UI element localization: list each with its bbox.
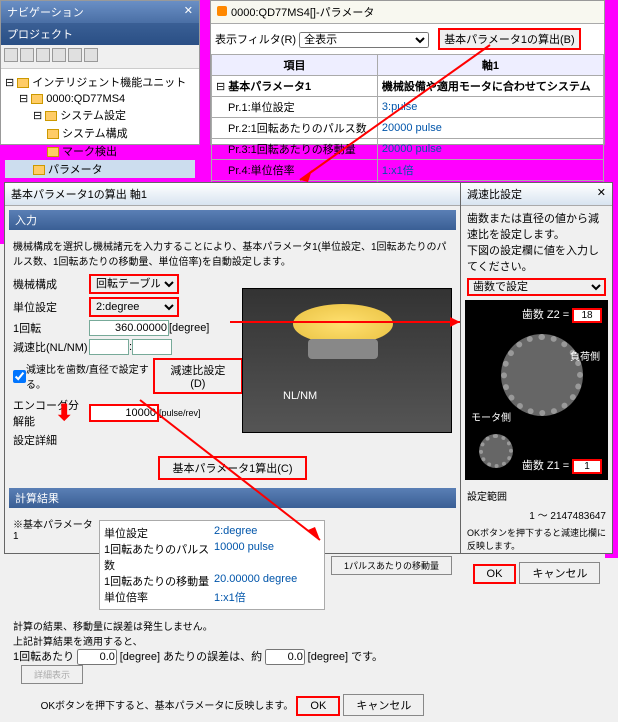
close-icon[interactable]: ✕ bbox=[597, 186, 606, 202]
move-per-pulse-button[interactable]: 1パルスあたりの移動量 bbox=[331, 556, 452, 575]
result-section-header: 計算結果 bbox=[9, 488, 456, 508]
ratio-nm-input[interactable] bbox=[132, 339, 172, 355]
ratio-nl-input[interactable] bbox=[89, 339, 129, 355]
encoder-input[interactable] bbox=[89, 404, 159, 422]
dialog-title: 基本パラメータ1の算出 軸1 bbox=[5, 183, 460, 206]
gear-preview: 歯数 Z2 = 負荷側 モータ側 歯数 Z1 = bbox=[465, 300, 608, 480]
parameter-panel: 0000:QD77MS4[]-パラメータ 表示フィルタ(R) 全表示 基本パラメ… bbox=[210, 0, 605, 145]
ratio-setting-dialog: 減速比設定✕ 歯数または直径の値から減速比を設定します。 下図の設定欄に値を入力… bbox=[460, 182, 613, 554]
table-row: Pr.4:単位倍率1:x1倍 bbox=[212, 160, 604, 181]
calc-basic-param-button[interactable]: 基本パラメータ1の算出(B) bbox=[438, 28, 580, 50]
ratio-gear-checkbox[interactable] bbox=[13, 370, 26, 383]
tool-icon[interactable] bbox=[36, 48, 50, 62]
arrow-down-icon: ⬇ bbox=[55, 400, 73, 426]
tree-param[interactable]: パラメータ bbox=[5, 160, 195, 178]
detail-button[interactable]: 詳細表示 bbox=[21, 665, 83, 684]
z1-input[interactable] bbox=[572, 459, 602, 474]
gear-small-icon bbox=[479, 434, 513, 468]
nlnm-label: NL/NM bbox=[283, 390, 317, 402]
ok-button[interactable]: OK bbox=[296, 696, 340, 716]
project-tree: ⊟ インテリジェント機能ユニット ⊟ 0000:QD77MS4 ⊟ システム設定… bbox=[1, 69, 199, 182]
tree-sys[interactable]: ⊟ システム設定 bbox=[5, 106, 195, 124]
mechanism-select[interactable]: 回転テーブル bbox=[89, 274, 179, 294]
tool-icon[interactable] bbox=[68, 48, 82, 62]
table-row: Pr.1:単位設定3:pulse bbox=[212, 97, 604, 118]
mechanism-preview: NL/NM bbox=[242, 288, 452, 433]
basic-param-calc-dialog: 基本パラメータ1の算出 軸1 入力 機械構成を選択し機械諸元を入力することにより… bbox=[4, 182, 461, 554]
filter-label: 表示フィルタ(R) bbox=[215, 34, 296, 46]
nav-title: ナビゲーション bbox=[7, 4, 84, 20]
rotation-input[interactable] bbox=[89, 320, 169, 336]
project-header: プロジェクト bbox=[1, 23, 199, 45]
tool-icon[interactable] bbox=[20, 48, 34, 62]
tool-icon[interactable] bbox=[84, 48, 98, 62]
table-row: Pr.3:1回転あたりの移動量20000 pulse bbox=[212, 139, 604, 160]
tool-icon[interactable] bbox=[52, 48, 66, 62]
unit-select[interactable]: 2:degree bbox=[89, 297, 179, 317]
dialog-title: 減速比設定 bbox=[467, 186, 522, 202]
calculate-button[interactable]: 基本パラメータ1算出(C) bbox=[158, 456, 306, 480]
ratio-mode-select[interactable]: 歯数で設定 bbox=[467, 278, 606, 296]
navigation-panel: ナビゲーション ✕ プロジェクト ⊟ インテリジェント機能ユニット ⊟ 0000… bbox=[0, 0, 200, 145]
param-tab[interactable]: 0000:QD77MS4[]-パラメータ bbox=[211, 1, 604, 24]
cancel-button[interactable]: キャンセル bbox=[343, 694, 424, 716]
nav-header: ナビゲーション ✕ bbox=[1, 1, 199, 23]
input-description: 機械構成を選択し機械諸元を入力することにより、基本パラメータ1(単位設定、1回転… bbox=[13, 238, 452, 268]
tab-icon bbox=[217, 6, 227, 16]
z2-input[interactable] bbox=[572, 308, 602, 323]
tree-root[interactable]: ⊟ インテリジェント機能ユニット bbox=[5, 73, 195, 91]
tree-unit[interactable]: ⊟ 0000:QD77MS4 bbox=[5, 91, 195, 106]
ok-button[interactable]: OK bbox=[473, 564, 517, 584]
filter-select[interactable]: 全表示 bbox=[299, 32, 429, 48]
tree-mark[interactable]: マーク検出 bbox=[5, 142, 195, 160]
nav-toolbar bbox=[1, 45, 199, 69]
table-row: Pr.2:1回転あたりのパルス数20000 pulse bbox=[212, 118, 604, 139]
cancel-button[interactable]: キャンセル bbox=[519, 562, 600, 584]
input-section-header: 入力 bbox=[9, 210, 456, 230]
ratio-setting-button[interactable]: 減速比設定(D) bbox=[153, 358, 243, 394]
result-grid: 単位設定2:degree 1回転あたりのパルス数10000 pulse 1回転あ… bbox=[99, 520, 325, 610]
close-icon[interactable]: ✕ bbox=[184, 4, 193, 20]
parameter-table: 項目軸1 ⊟ 基本パラメータ1機械設備や適用モータに合わせてシステム Pr.1:… bbox=[211, 54, 604, 202]
tool-icon[interactable] bbox=[4, 48, 18, 62]
gear-big-icon bbox=[501, 334, 583, 416]
tree-sysconf[interactable]: システム構成 bbox=[5, 124, 195, 142]
